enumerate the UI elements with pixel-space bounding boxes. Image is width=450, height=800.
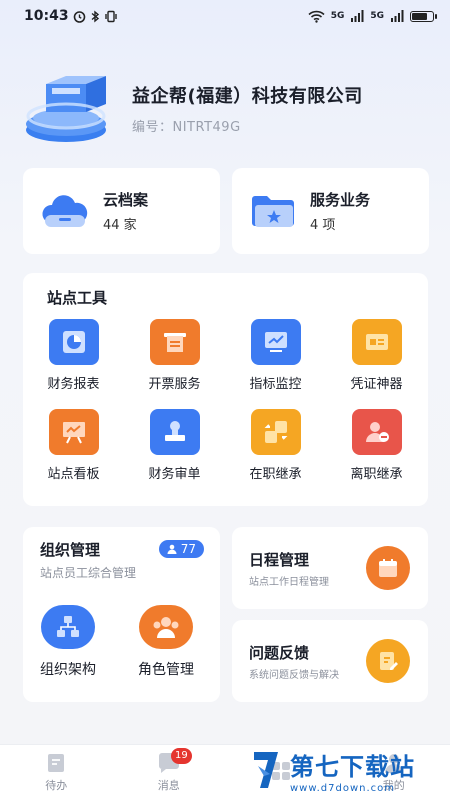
role-management-item[interactable]: 角色管理 — [138, 605, 194, 679]
tool-label: 凭证神器 — [350, 377, 403, 392]
tool-resign-inherit[interactable]: 离职继承 — [326, 409, 427, 482]
feedback-card[interactable]: 问题反馈 系统问题反馈与解决 — [232, 620, 428, 702]
signal-icon — [391, 10, 404, 22]
calendar-icon — [366, 546, 410, 590]
voucher-icon — [351, 319, 402, 365]
network-type-2: 5G — [370, 11, 384, 21]
org-structure-item[interactable]: 组织架构 — [40, 605, 96, 679]
nav-todo[interactable]: 待办 — [0, 745, 113, 800]
service-business-card[interactable]: 服务业务 4 项 — [232, 168, 429, 254]
board-icon — [48, 409, 99, 455]
wifi-icon — [308, 10, 325, 23]
tool-financial-review[interactable]: 财务审单 — [124, 409, 225, 482]
battery-icon — [410, 10, 437, 22]
tool-financial-report[interactable]: 财务报表 — [23, 319, 124, 392]
tool-invoice-service[interactable]: 开票服务 — [124, 319, 225, 392]
company-header: 益企帮(福建）科技有限公司 编号：NITRT49G — [22, 68, 428, 148]
stat-count: 4 项 — [310, 218, 336, 233]
cloud-archive-card[interactable]: 云档案 44 家 — [23, 168, 220, 254]
folder-star-icon — [252, 196, 294, 227]
section-subtitle: 系统问题反馈与解决 — [249, 670, 339, 681]
user-icon — [167, 544, 177, 554]
org-chart-icon — [41, 605, 95, 649]
alarm-icon — [73, 10, 85, 23]
company-logo — [22, 68, 112, 148]
status-bar: 10:43 5G 5G — [0, 0, 450, 32]
section-title: 问题反馈 — [249, 644, 310, 662]
tool-voucher[interactable]: 凭证神器 — [326, 319, 427, 392]
section-title: 日程管理 — [249, 551, 310, 569]
nav-label: 消息 — [157, 779, 180, 792]
nav-messages[interactable]: 19 消息 — [113, 745, 226, 800]
message-count-badge: 19 — [171, 748, 192, 764]
site-watermark: 第七下载站 www.d7down.com — [252, 742, 442, 798]
tool-indicator-monitor[interactable]: 指标监控 — [225, 319, 326, 392]
status-time: 10:43 — [24, 8, 69, 24]
watermark-title: 第七下载站 — [290, 752, 415, 781]
watermark-url: www.d7down.com — [290, 782, 396, 794]
stat-count: 44 家 — [103, 218, 137, 233]
tool-label: 站点看板 — [47, 467, 100, 482]
stat-title: 云档案 — [103, 191, 149, 209]
bluetooth-icon — [91, 10, 99, 22]
monitor-trend-icon — [250, 319, 301, 365]
site-tools-card: 站点工具 财务报表 开票服务 指标监控 凭证神器 站点看板 财务审单 在职继承 … — [23, 273, 428, 506]
tool-onjob-inherit[interactable]: 在职继承 — [225, 409, 326, 482]
cloud-icon — [42, 195, 88, 227]
stamp-icon — [149, 409, 200, 455]
org-management-card[interactable]: 组织管理 77 站点员工综合管理 组织架构 角色管理 — [23, 527, 220, 702]
tool-label: 指标监控 — [249, 377, 302, 392]
tool-label: 在职继承 — [249, 467, 302, 482]
tool-label: 离职继承 — [350, 467, 403, 482]
watermark-logo — [254, 752, 278, 788]
todo-icon — [48, 754, 65, 772]
transfer-icon — [250, 409, 301, 455]
tool-label: 开票服务 — [148, 377, 201, 392]
company-name: 益企帮(福建）科技有限公司 — [132, 85, 363, 107]
user-leave-icon — [351, 409, 402, 455]
network-type-1: 5G — [330, 11, 345, 21]
vibrate-icon — [104, 10, 117, 22]
schedule-card[interactable]: 日程管理 站点工作日程管理 — [232, 527, 428, 609]
member-count: 77 — [180, 542, 196, 556]
section-title: 组织管理 — [40, 541, 101, 559]
tool-label: 财务审单 — [148, 467, 201, 482]
company-code: 编号：NITRT49G — [132, 119, 241, 135]
section-subtitle: 站点工作日程管理 — [249, 577, 329, 588]
member-count-badge: 77 — [158, 540, 204, 558]
stat-title: 服务业务 — [310, 191, 371, 209]
section-title: 站点工具 — [47, 289, 108, 307]
invoice-icon — [149, 319, 200, 365]
org-item-label: 组织架构 — [40, 662, 96, 678]
org-item-label: 角色管理 — [138, 662, 194, 678]
roles-icon — [139, 605, 193, 649]
pie-chart-icon — [48, 319, 99, 365]
tool-site-board[interactable]: 站点看板 — [23, 409, 124, 482]
tool-label: 财务报表 — [47, 377, 100, 392]
section-subtitle: 站点员工综合管理 — [40, 566, 137, 580]
signal-icon — [351, 10, 364, 22]
edit-note-icon — [366, 639, 410, 683]
nav-label: 待办 — [45, 779, 68, 792]
